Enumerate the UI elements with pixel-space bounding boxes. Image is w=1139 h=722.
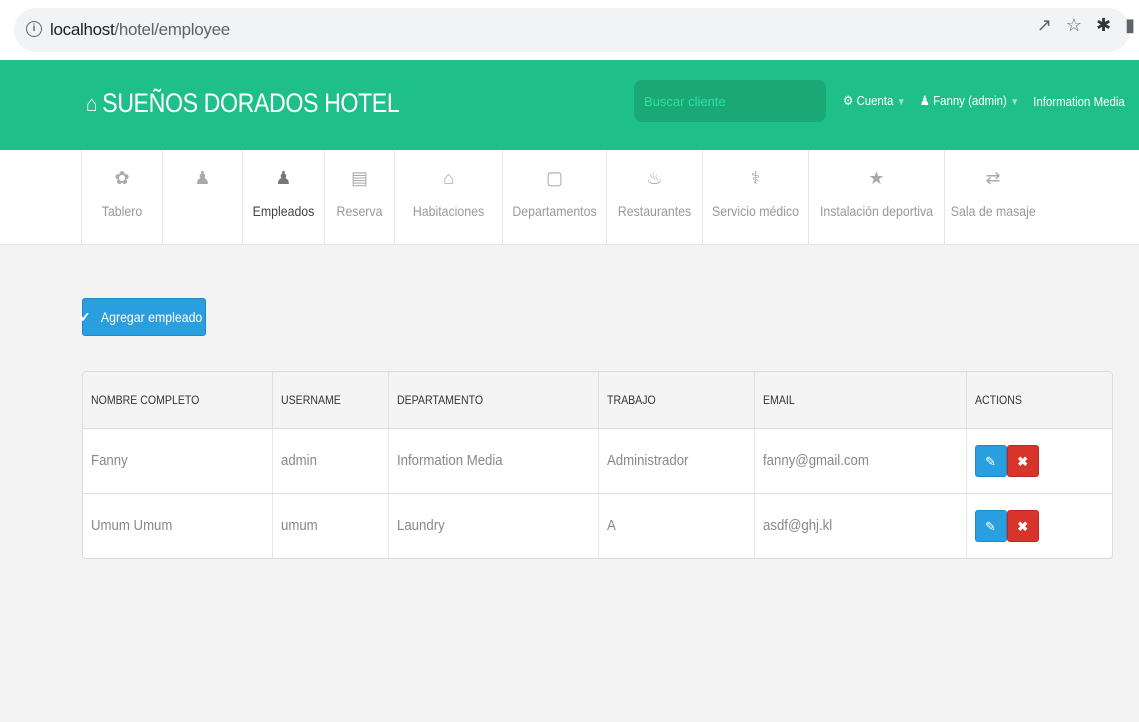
extensions-puzzle-icon[interactable]: ✱	[1096, 15, 1111, 36]
menu-item-servicio-medico[interactable]: ⚕ Servicio médico	[703, 150, 809, 245]
brand-link[interactable]: ⌂ SUEÑOS DORADOS HOTEL	[86, 88, 400, 119]
column-header: TRABAJO	[598, 372, 755, 429]
check-icon: ✔	[79, 308, 90, 325]
cell-email: asdf@ghj.kl	[754, 493, 967, 558]
fire-icon: ♨	[646, 168, 663, 188]
cell-job: Administrador	[598, 428, 755, 494]
search-box[interactable]	[634, 80, 826, 122]
user-icon: ♟	[919, 93, 930, 108]
menu-item-restaurantes[interactable]: ♨ Restaurantes	[607, 150, 703, 245]
url-host: localhost	[50, 20, 115, 39]
menu-item-label: Servicio médico	[712, 203, 799, 219]
menu-item-label: Sala de masaje	[950, 203, 1036, 219]
side-panel-icon[interactable]: ▮	[1125, 15, 1135, 36]
browser-actions: ↗ ☆ ✱ ▮	[1037, 15, 1139, 36]
module-menu: ✿ Tablero ♟ ♟ Empleados ▤ Reserva ⌂ Habi…	[0, 150, 1139, 245]
cell-full-name: Fanny	[83, 428, 273, 494]
delete-button[interactable]: ✖	[1006, 509, 1039, 542]
menu-item-user[interactable]: ♟	[163, 150, 243, 245]
cell-username: admin	[272, 428, 389, 494]
cog-icon: ⚙	[843, 93, 854, 108]
cell-department: Information Media	[388, 428, 599, 494]
address-bar[interactable]: i localhost/hotel/employee	[14, 8, 1130, 52]
delete-button[interactable]: ✖	[1006, 444, 1039, 477]
menu-item-label: Tablero	[101, 203, 143, 219]
add-employee-button[interactable]: ✔ Agregar empleado	[79, 298, 206, 336]
browser-toolbar: i localhost/hotel/employee ↗ ☆ ✱ ▮	[0, 0, 1139, 62]
user-label: Fanny (admin)	[933, 93, 1007, 108]
user-icon: ♟	[194, 168, 211, 188]
edit-button[interactable]: ✎	[974, 509, 1007, 542]
home-icon: ⌂	[443, 168, 454, 188]
edit-icon: ✎	[985, 518, 996, 534]
url-text[interactable]: localhost/hotel/employee	[50, 20, 230, 40]
column-header: EMAIL	[754, 372, 967, 429]
cell-full-name: Umum Umum	[83, 493, 273, 558]
column-header: DEPARTAMENTO	[388, 372, 599, 429]
menu-item-label: Habitaciones	[412, 203, 485, 219]
user-icon: ♟	[275, 168, 292, 188]
cell-actions: ✎ ✖	[966, 428, 1112, 494]
cell-job: A	[598, 493, 755, 558]
cell-actions: ✎ ✖	[966, 493, 1112, 558]
menu-item-tablero[interactable]: ✿ Tablero	[81, 150, 163, 245]
close-icon: ✖	[1017, 453, 1029, 469]
home-icon: ⌂	[86, 90, 98, 116]
site-info-icon[interactable]: i	[26, 21, 42, 37]
url-path: /hotel/employee	[114, 20, 230, 39]
menu-item-label: Restaurantes	[617, 203, 692, 219]
menu-item-departamentos[interactable]: ▢ Departamentos	[503, 150, 607, 245]
bookmark-star-icon[interactable]: ☆	[1066, 15, 1082, 36]
user-md-icon: ⚕	[750, 168, 761, 188]
user-menu[interactable]: ♟ Fanny (admin) ▼	[920, 93, 1019, 109]
menu-item-sala-de-masaje[interactable]: ⇄ Sala de masaje	[945, 150, 1041, 245]
column-header: ACTIONS	[966, 372, 1112, 429]
account-menu[interactable]: ⚙ Cuenta ▼	[843, 93, 906, 109]
menu-item-label: Reserva	[336, 203, 383, 219]
menu-item-label: Instalación deportiva	[819, 203, 933, 219]
employees-table: NOMBRE COMPLETO USERNAME DEPARTAMENTO TR…	[82, 371, 1113, 559]
edit-button[interactable]: ✎	[974, 444, 1007, 477]
table-header-row: NOMBRE COMPLETO USERNAME DEPARTAMENTO TR…	[83, 372, 1112, 429]
menu-item-reserva[interactable]: ▤ Reserva	[325, 150, 395, 245]
account-label: Cuenta	[856, 93, 894, 108]
caret-down-icon: ▼	[1010, 97, 1020, 108]
close-icon: ✖	[1017, 518, 1029, 534]
retweet-icon: ⇄	[985, 168, 1001, 188]
trophy-icon: ★	[868, 168, 885, 188]
menu-item-habitaciones[interactable]: ⌂ Habitaciones	[395, 150, 503, 245]
file-icon: ▢	[545, 168, 563, 188]
column-header: USERNAME	[272, 372, 389, 429]
caret-down-icon: ▼	[896, 97, 906, 108]
palette-icon: ✿	[114, 168, 130, 188]
share-icon[interactable]: ↗	[1037, 15, 1052, 36]
menu-item-instalacion-deportiva[interactable]: ★ Instalación deportiva	[809, 150, 945, 245]
list-icon: ▤	[350, 168, 368, 188]
cell-username: umum	[272, 493, 389, 558]
cell-department: Laundry	[388, 493, 599, 558]
table-row: Fanny admin Information Media Administra…	[83, 428, 1112, 494]
search-input[interactable]	[634, 80, 826, 122]
navbar-right-menu: ⚙ Cuenta ▼ ♟ Fanny (admin) ▼ Information M…	[843, 93, 1125, 109]
brand-title: SUEÑOS DORADOS HOTEL	[102, 88, 400, 118]
cell-email: fanny@gmail.com	[754, 428, 967, 494]
column-header: NOMBRE COMPLETO	[83, 372, 273, 429]
add-employee-label: Agregar empleado	[101, 309, 203, 325]
top-navbar: ⌂ SUEÑOS DORADOS HOTEL ⚙ Cuenta▼ ♟ Fanny…	[0, 60, 1139, 150]
menu-item-empleados[interactable]: ♟ Empleados	[243, 150, 325, 245]
edit-icon: ✎	[985, 453, 996, 469]
menu-item-label: Departamentos	[512, 203, 597, 219]
table-row: Umum Umum umum Laundry A asdf@ghj.kl ✎ ✖	[83, 493, 1112, 558]
department-link[interactable]: Information Media	[1033, 94, 1125, 109]
menu-item-label: Empleados	[252, 203, 315, 219]
